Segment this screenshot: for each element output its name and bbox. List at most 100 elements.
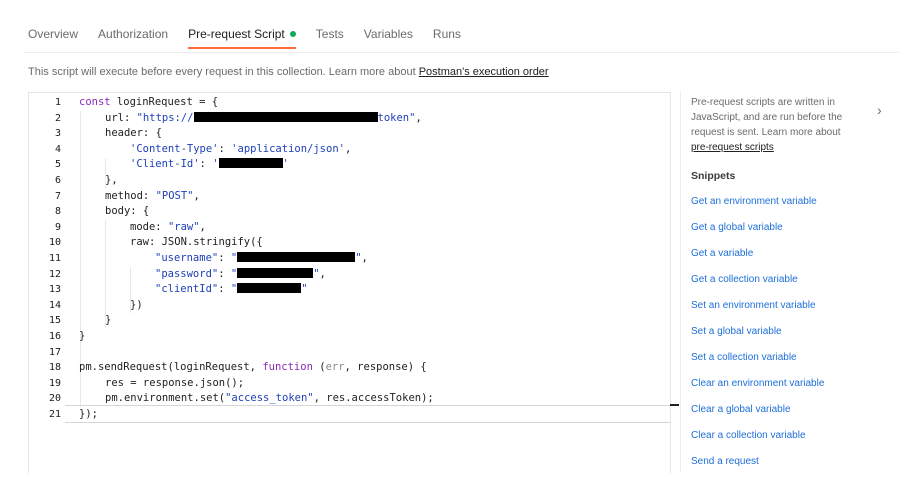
snippet-clear-environment-variable[interactable]: Clear an environment variable [691, 378, 824, 389]
line-number: 21 [48, 408, 61, 420]
code-token: , [199, 220, 206, 233]
code-token: url: [105, 111, 137, 124]
snippet-get-variable[interactable]: Get a variable [691, 248, 753, 259]
description-text: This script will execute before every re… [28, 66, 419, 78]
code-token: "password" [155, 267, 219, 280]
line-number: 10 [48, 237, 61, 249]
tabs-divider [24, 52, 899, 53]
tab-runs[interactable]: Runs [433, 27, 461, 47]
snippet-set-global-variable[interactable]: Set a global variable [691, 326, 782, 337]
snippet-clear-global-variable[interactable]: Clear a global variable [691, 404, 791, 415]
code-line: 10 raw: JSON.stringify({ [29, 235, 670, 251]
code-line: 8 body: { [29, 204, 670, 220]
code-token: , [361, 251, 368, 264]
snippet-clear-collection-variable[interactable]: Clear a collection variable [691, 430, 806, 441]
code-line: 15} [29, 313, 670, 329]
editor-scroll-marker[interactable] [670, 404, 679, 406]
code-token: 'Content-Type' [130, 142, 219, 155]
code-lines: 1 const loginRequest = { 2 url: "https:// t… [29, 95, 670, 422]
redacted-block [218, 158, 283, 169]
line-number: 13 [48, 284, 61, 296]
line-number: 5 [54, 159, 61, 171]
tab-variables[interactable]: Variables [364, 27, 413, 47]
redacted-block [237, 267, 314, 278]
line-number: 17 [48, 346, 61, 358]
line-number: 3 [54, 128, 61, 140]
tab-tests[interactable]: Tests [316, 27, 344, 47]
snippet-send-request[interactable]: Send a request [691, 456, 759, 467]
code-token: , [344, 142, 352, 155]
code-line: 12 "password": " ", [29, 267, 670, 283]
code-token: : [218, 251, 231, 264]
snippet-set-environment-variable[interactable]: Set an environment variable [691, 300, 816, 311]
execution-order-link[interactable]: Postman's execution order [419, 66, 549, 78]
code-token: function [262, 361, 313, 374]
code-line: 5 'Client-Id': ' ' [29, 157, 670, 173]
code-line: 18 pm.sendRequest(loginRequest, function … [29, 360, 670, 376]
code-token: method: [105, 189, 156, 202]
pre-request-scripts-link[interactable]: pre-request scripts [691, 142, 774, 153]
sidebar-info-text: Pre-request scripts are written in JavaS… [691, 97, 843, 138]
code-token: "access_token" [225, 392, 314, 405]
line-number: 15 [48, 315, 61, 327]
redacted-block [237, 251, 356, 262]
code-token: "raw" [167, 220, 200, 233]
code-token: header: { [105, 127, 162, 140]
code-line: 2 url: "https:// token", [29, 111, 670, 127]
code-token: , response) { [344, 361, 427, 374]
code-line: 21}); [29, 407, 670, 423]
code-token: body: { [105, 205, 150, 218]
snippet-get-collection-variable[interactable]: Get a collection variable [691, 274, 798, 285]
line-number: 7 [54, 190, 61, 202]
code-token: " [301, 283, 308, 296]
code-token: : [218, 283, 231, 296]
line-number: 12 [48, 268, 61, 280]
code-token: mode: [130, 220, 168, 233]
sidebar-info: Pre-request scripts are written in JavaS… [691, 95, 856, 155]
code-token: "clientId" [155, 283, 219, 296]
code-token: const [79, 96, 111, 108]
code-token: "https:// [136, 111, 194, 124]
code-line: 14}) [29, 298, 670, 314]
line-number: 4 [54, 143, 61, 155]
tab-overview[interactable]: Overview [28, 27, 78, 47]
line-number: 9 [54, 221, 61, 233]
snippet-get-environment-variable[interactable]: Get an environment variable [691, 196, 817, 207]
code-editor[interactable]: 1 const loginRequest = { 2 url: "https:// t… [28, 92, 671, 473]
snippet-set-collection-variable[interactable]: Set a collection variable [691, 352, 797, 363]
line-number: 6 [54, 174, 61, 186]
code-line: 17 [29, 345, 670, 361]
snippet-get-global-variable[interactable]: Get a global variable [691, 222, 783, 233]
tab-pre-request-script[interactable]: Pre-request Script [188, 27, 296, 49]
redacted-block [193, 111, 378, 122]
code-line: 11 "username": " ", [29, 251, 670, 267]
code-token: , [319, 267, 326, 280]
code-token: ( [312, 361, 326, 374]
code-line: 13 "clientId": " " [29, 282, 670, 298]
tab-label: Pre-request Script [188, 27, 285, 41]
code-token: 'application/json' [231, 142, 345, 155]
code-token: "POST" [155, 189, 194, 202]
code-token: "username" [155, 251, 219, 264]
line-number: 2 [54, 112, 61, 124]
code-token: : [218, 267, 231, 280]
line-number: 18 [48, 362, 61, 374]
code-token: pm.sendRequest(loginRequest, [79, 361, 263, 374]
tab-authorization[interactable]: Authorization [98, 27, 168, 47]
code-token: token" [377, 111, 416, 124]
line-number: 16 [48, 330, 61, 342]
line-number: 1 [54, 97, 61, 108]
chevron-right-icon[interactable]: › [877, 102, 882, 118]
code-line: 20 pm.environment.set("access_token", res… [29, 391, 670, 407]
code-token: } [105, 314, 112, 327]
code-line: 16} [29, 329, 670, 345]
code-token: loginRequest = { [110, 96, 219, 108]
code-token: , [193, 189, 200, 202]
snippets-title: Snippets [691, 170, 736, 182]
collection-tabs: Overview Authorization Pre-request Scrip… [28, 27, 481, 51]
line-number: 19 [48, 377, 61, 389]
code-line: 19 res = response.json(); [29, 376, 670, 392]
line-number: 20 [48, 393, 61, 405]
code-line: 4 'Content-Type': 'application/json', [29, 142, 670, 158]
green-dot-icon [289, 30, 296, 37]
